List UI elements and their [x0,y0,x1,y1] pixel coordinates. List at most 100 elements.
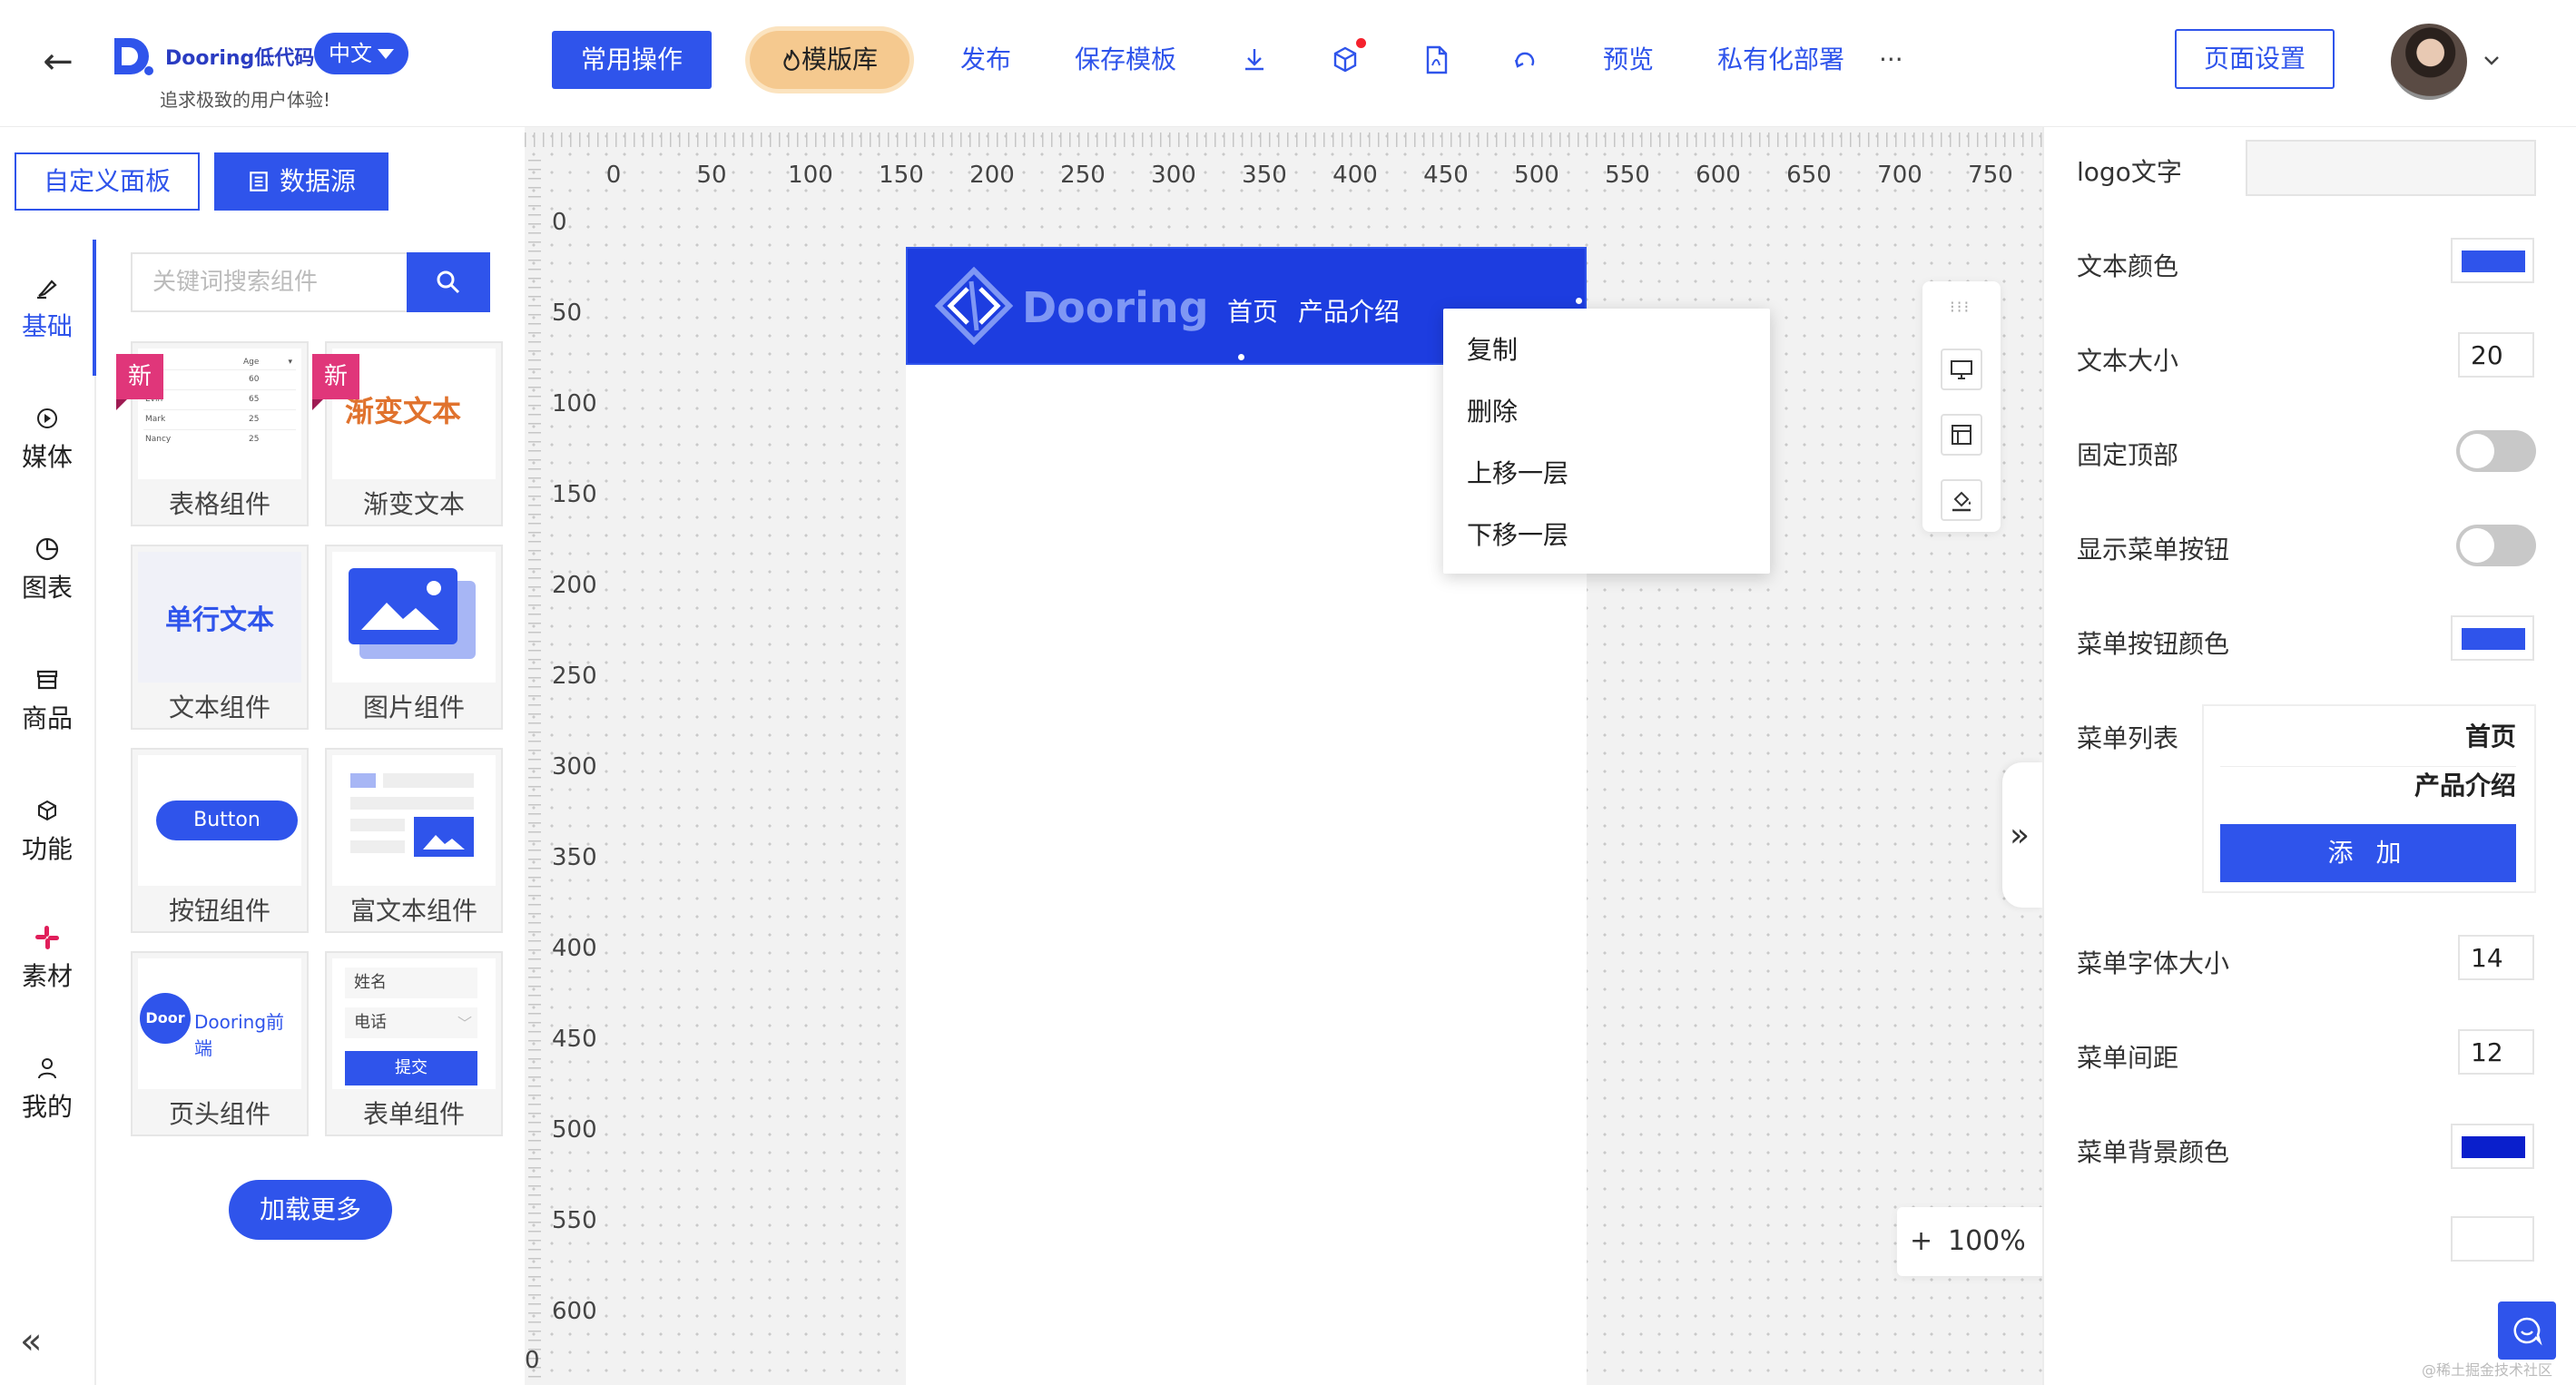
component-search-input[interactable] [131,252,407,312]
pdf-file-icon[interactable] [1416,40,1456,80]
ruler-tick-label: 300 [552,753,597,781]
context-menu: 复制 删除 上移一层 下移一层 [1443,309,1770,574]
page-settings-button[interactable]: 页面设置 [2175,29,2335,89]
context-menu-copy[interactable]: 复制 [1467,330,1518,367]
component-card-header[interactable]: Door Dooring前端 页头组件 [131,951,309,1136]
ruler-tick-label: 0 [525,1347,540,1374]
diamond-logo-icon [935,267,1013,345]
context-menu-move-up[interactable]: 上移一层 [1467,454,1568,490]
button-preview-sample: Button [156,801,298,840]
image-icon [332,552,496,683]
menu-spacing-input[interactable] [2458,1029,2534,1075]
undo-icon[interactable] [1505,40,1545,80]
component-card-button[interactable]: Button 按钮组件 [131,748,309,933]
menu-bg-color-picker[interactable] [2451,1124,2534,1169]
save-template-link[interactable]: 保存模板 [1075,42,1176,78]
context-menu-move-down[interactable]: 下移一层 [1467,516,1568,552]
download-icon[interactable] [1234,40,1274,80]
table-preview-header: Age [243,358,259,367]
category-function[interactable]: 功能 [0,795,94,866]
back-arrow-icon[interactable]: ← [33,40,84,83]
expand-panel-handle[interactable]: » [2002,762,2042,908]
color-fill [2462,250,2525,272]
more-ellipsis-icon[interactable]: ··· [1879,42,1903,78]
category-media[interactable]: 媒体 [0,403,94,474]
ruler-tick-label: 650 [1786,162,1832,189]
notification-dot [1356,38,1366,48]
user-avatar[interactable] [2391,24,2467,100]
collapse-left-icon[interactable]: « [20,1323,42,1360]
component-card-text[interactable]: 单行文本 文本组件 [131,545,309,730]
private-deploy-link[interactable]: 私有化部署 [1717,42,1844,78]
category-chart[interactable]: 图表 [0,534,94,604]
category-mine[interactable]: 我的 [0,1053,94,1124]
layout-button[interactable] [1941,414,1982,456]
language-select[interactable]: 中文 [314,33,408,74]
component-card-form[interactable]: 姓名 电话 ﹀ 提交 表单组件 [325,951,503,1136]
ruler-tick-label: 0 [606,162,622,189]
menu-button-color-picker[interactable] [2451,615,2534,661]
component-card-label: 页头组件 [133,1095,307,1131]
search-icon [435,269,462,296]
rich-text-preview [332,755,496,886]
tab-data-source[interactable]: 数据源 [214,152,388,211]
logo-text-input[interactable] [2246,140,2536,196]
ruler-tick-label: 300 [1151,162,1196,189]
top-header: ← Dooring低代码 中文 追求极致的用户体验! 常用操作 模版库 发布 保… [0,0,2576,127]
category-goods[interactable]: 商品 [0,664,94,735]
toggle-knob [2460,528,2494,563]
text-size-input[interactable] [2458,332,2534,378]
template-library-label: 模版库 [801,44,878,74]
ruler-tick-label: 450 [552,1026,597,1053]
app-name: Dooring低代码 [165,42,314,71]
prop-label-menu-font-size: 菜单字体大小 [2077,944,2229,980]
drag-handle-icon[interactable]: ⁝⁝⁝ [1950,298,1971,317]
preview-link[interactable]: 预览 [1603,42,1654,78]
menu-list-item[interactable]: 首页 [2220,717,2516,767]
resize-handle[interactable] [1576,298,1582,304]
component-card-image[interactable]: 图片组件 [325,545,503,730]
add-menu-item-button[interactable]: 添 加 [2220,824,2516,882]
fire-icon [782,48,801,72]
nav-menu-item[interactable]: 首页 [1227,292,1278,329]
desktop-preview-button[interactable] [1941,349,1982,390]
show-menu-button-toggle[interactable] [2456,525,2536,566]
category-label: 功能 [0,830,94,866]
search-button[interactable] [407,252,490,312]
ruler-tick-label: 200 [969,162,1015,189]
category-material[interactable]: 素材 [0,922,94,993]
ruler-tick-label: 500 [552,1116,597,1144]
nav-menu-item[interactable]: 产品介绍 [1298,292,1400,329]
ruler-tick-label: 50 [552,300,582,327]
ruler-tick-label: 100 [788,162,833,189]
ruler-tick-label: 50 [696,162,726,189]
fixed-top-toggle[interactable] [2456,430,2536,472]
component-card-rich-text[interactable]: 富文本组件 [325,748,503,933]
component-card-label: 表单组件 [327,1095,501,1131]
menu-font-size-input[interactable] [2458,935,2534,980]
help-button[interactable] [2498,1302,2556,1360]
tab-custom-panel[interactable]: 自定义面板 [15,152,200,211]
ruler-tick-label: 250 [1060,162,1106,189]
ruler-tick-label: 0 [552,209,567,236]
menu-list-item[interactable]: 产品介绍 [2220,766,2516,802]
zoom-in-button[interactable]: + [1910,1223,1932,1260]
fill-button[interactable] [1941,479,1982,521]
color-picker-empty[interactable] [2451,1216,2534,1262]
chevron-down-icon[interactable] [2478,47,2505,74]
publish-link[interactable]: 发布 [960,42,1011,78]
form-preview-field: 姓名 [345,968,477,998]
common-ops-button[interactable]: 常用操作 [552,31,712,89]
component-card-label: 渐变文本 [327,485,501,521]
resize-handle[interactable] [1238,354,1244,360]
floating-toolbar: ⁝⁝⁝ [1922,281,2001,532]
load-more-button[interactable]: 加载更多 [229,1180,392,1240]
color-fill [2462,628,2525,650]
component-card-label: 按钮组件 [133,891,307,928]
text-color-picker[interactable] [2451,238,2534,283]
ruler-tick-label: 100 [552,390,597,417]
category-basic[interactable]: 基础 [0,272,94,343]
template-library-button[interactable]: 模版库 [750,31,909,89]
context-menu-delete[interactable]: 删除 [1467,392,1518,428]
form-preview: 姓名 电话 ﹀ 提交 [332,958,496,1089]
